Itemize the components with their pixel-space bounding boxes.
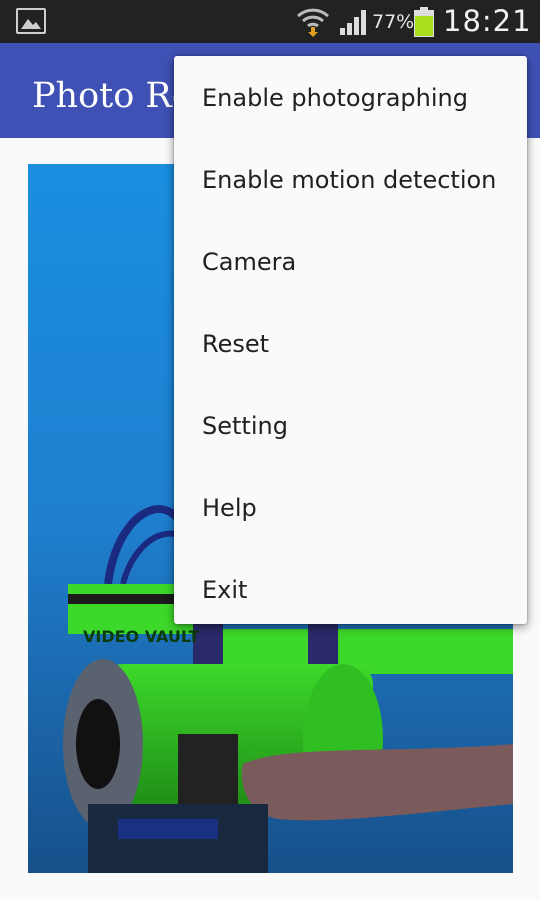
menu-item-camera[interactable]: Camera bbox=[174, 222, 527, 303]
overflow-menu: Enable photographing Enable motion detec… bbox=[174, 56, 527, 624]
menu-item-enable-photographing[interactable]: Enable photographing bbox=[174, 58, 527, 139]
battery-percent: 77% bbox=[372, 11, 415, 33]
wifi-icon bbox=[296, 8, 330, 37]
menu-item-enable-motion-detection[interactable]: Enable motion detection bbox=[174, 140, 527, 221]
status-bar: 77% 18:21 bbox=[0, 0, 540, 43]
gallery-notification-icon bbox=[16, 8, 46, 34]
menu-item-setting[interactable]: Setting bbox=[174, 386, 527, 467]
signal-icon bbox=[340, 10, 366, 35]
menu-item-exit[interactable]: Exit bbox=[174, 550, 527, 631]
clock-time: 18:21 bbox=[443, 4, 532, 38]
app-title: Photo Re bbox=[32, 76, 193, 116]
menu-item-reset[interactable]: Reset bbox=[174, 304, 527, 385]
battery-icon bbox=[414, 7, 434, 37]
menu-item-help[interactable]: Help bbox=[174, 468, 527, 549]
